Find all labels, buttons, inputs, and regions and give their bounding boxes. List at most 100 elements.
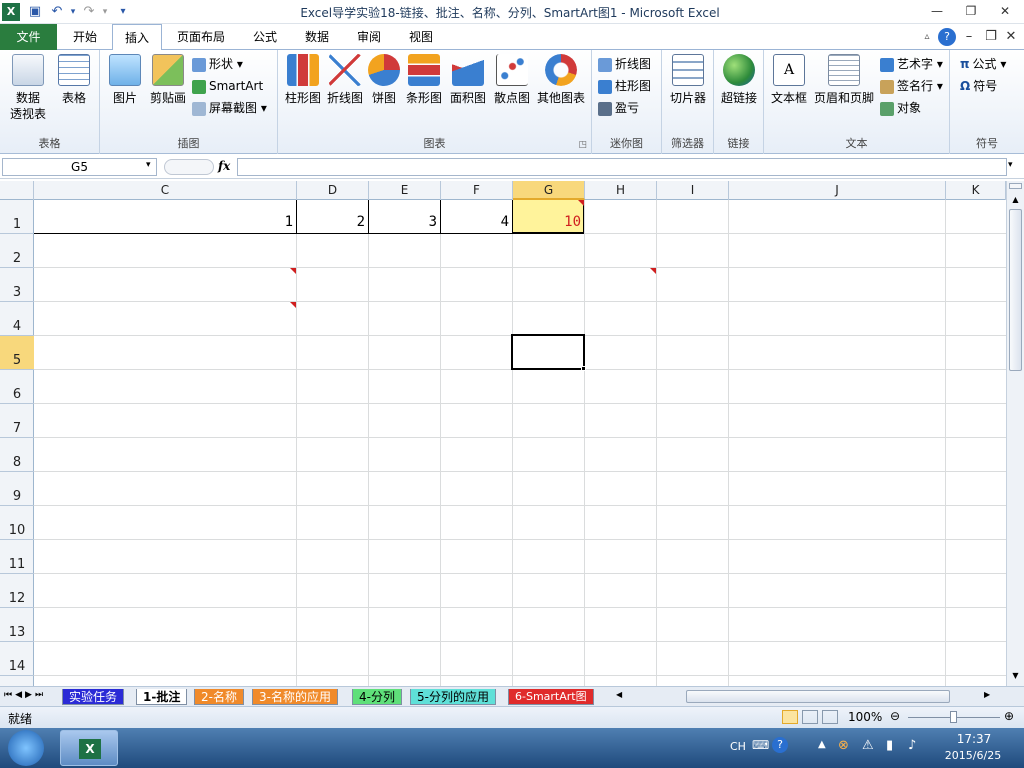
input-language-indicator[interactable]: CH [730,740,746,753]
textbox-button[interactable]: A 文本框 [768,54,810,106]
sheet-tab-2[interactable]: 2-名称 [194,689,244,705]
row-header-13[interactable]: 13 [0,608,34,642]
row-header-12[interactable]: 12 [0,574,34,608]
row-header-5[interactable]: 5 [0,336,34,370]
row-header-4[interactable]: 4 [0,302,34,336]
column-header-d[interactable]: D [297,181,369,200]
area-chart-button[interactable]: 面积图 [446,54,490,106]
cell-c1[interactable]: 1 [34,214,296,230]
wordart-button[interactable]: 艺术字 ▾ [880,54,943,74]
tab-page-layout[interactable]: 页面布局 [168,24,234,50]
table-button[interactable]: 表格 [52,54,96,106]
cell-d1[interactable]: 2 [296,214,368,230]
start-button-icon[interactable] [8,730,44,766]
column-header-i[interactable]: I [657,181,729,200]
comment-indicator-h3[interactable] [650,268,656,274]
zoom-slider-thumb[interactable] [950,711,957,723]
other-charts-button[interactable]: 其他图表 [534,54,588,106]
split-box-handle[interactable] [1009,183,1022,189]
clock-time[interactable]: 17:37 [944,732,1004,746]
tray-help-icon[interactable]: ? [772,737,788,753]
hscroll-left-icon[interactable]: ◀ [616,690,622,699]
scroll-down-icon[interactable]: ▼ [1009,669,1022,683]
save-icon[interactable]: ▣ [26,3,44,21]
name-box-dropdown-icon[interactable]: ▾ [146,160,151,170]
symbol-button[interactable]: Ω 符号 [960,76,997,96]
column-header-h[interactable]: H [585,181,657,200]
object-button[interactable]: 对象 [880,98,921,118]
sparkline-column-button[interactable]: 柱形图 [598,76,651,96]
formula-input[interactable] [237,158,1007,176]
tab-insert[interactable]: 插入 [112,24,162,51]
tray-security-icon[interactable]: ⊗ [838,738,849,753]
sparkline-line-button[interactable]: 折线图 [598,54,651,74]
cell-g1[interactable]: 10 [512,214,584,230]
comment-indicator-c4[interactable] [290,302,296,308]
tray-signal-icon[interactable]: ▮ [886,738,893,753]
normal-view-icon[interactable] [782,710,798,724]
formula-bar-expand-handle[interactable] [164,159,214,175]
customize-toolbar-icon[interactable]: ▾ [114,3,132,21]
column-header-g[interactable]: G [513,181,585,200]
insert-function-icon[interactable]: fx [218,159,230,173]
name-box[interactable]: G5 [2,158,157,176]
workbook-minimize-icon[interactable]: – [960,28,978,46]
zoom-level[interactable]: 100% [848,710,882,724]
line-chart-button[interactable]: 折线图 [324,54,366,106]
comment-indicator-g1[interactable] [578,200,584,206]
workbook-close-icon[interactable]: ✕ [1002,28,1020,46]
column-header-j[interactable]: J [729,181,946,200]
row-header-10[interactable]: 10 [0,506,34,540]
vertical-scrollbar[interactable]: ▲ ▼ [1006,181,1024,686]
signature-line-button[interactable]: 签名行 ▾ [880,76,943,96]
column-header-c[interactable]: C [34,181,297,200]
restore-button[interactable]: ❐ [956,2,986,20]
minimize-button[interactable]: — [922,2,952,20]
row-header-11[interactable]: 11 [0,540,34,574]
formula-bar-expand-icon[interactable]: ▾ [1008,160,1013,170]
active-cell-g5[interactable] [511,334,585,370]
redo-dropdown-icon[interactable]: ▾ [96,3,114,21]
bar-chart-button[interactable]: 条形图 [402,54,446,106]
page-break-view-icon[interactable] [822,710,838,724]
column-chart-button[interactable]: 柱形图 [282,54,324,106]
ribbon-minimize-icon[interactable]: ▵ [918,28,936,46]
vertical-scroll-thumb[interactable] [1009,209,1022,371]
charts-dialog-launcher-icon[interactable]: ◳ [578,140,587,150]
row-header-7[interactable]: 7 [0,404,34,438]
hscroll-right-icon[interactable]: ▶ [984,690,990,699]
tray-network-warning-icon[interactable]: ⚠ [862,738,874,753]
zoom-out-icon[interactable]: ⊖ [890,709,900,723]
cell-f1[interactable]: 4 [440,214,512,230]
help-icon[interactable]: ? [938,28,956,46]
tray-volume-icon[interactable]: ♪ [908,738,916,753]
sheet-tab-4[interactable]: 4-分列 [352,689,402,705]
sheet-tab-6[interactable]: 6-SmartArt图 [508,689,594,705]
show-hidden-icons-icon[interactable]: ▲ [818,739,826,750]
taskbar-excel-button[interactable]: X [60,730,118,766]
pivot-table-button[interactable]: 数据 透视表 [4,54,52,122]
hyperlink-button[interactable]: 超链接 [716,54,762,106]
row-header-6[interactable]: 6 [0,370,34,404]
keyboard-icon[interactable]: ⌨ [752,738,769,752]
sheet-tab-3[interactable]: 3-名称的应用 [252,689,338,705]
page-layout-view-icon[interactable] [802,710,818,724]
smartart-button[interactable]: SmartArt [192,76,263,96]
header-footer-button[interactable]: 页眉和页脚 [812,54,876,106]
row-header-1[interactable]: 1 [0,200,34,234]
slicer-button[interactable]: 切片器 [666,54,710,106]
tab-review[interactable]: 审阅 [346,24,392,50]
clock-date[interactable]: 2015/6/25 [940,749,1006,762]
sheet-navigation-icons[interactable]: ⏮◀▶⏭ [4,690,46,700]
column-header-e[interactable]: E [369,181,441,200]
sheet-tab-1[interactable]: 1-批注 [136,689,188,705]
row-header-3[interactable]: 3 [0,268,34,302]
zoom-in-icon[interactable]: ⊕ [1004,709,1014,723]
workbook-restore-icon[interactable]: ❐ [982,28,1000,46]
sparkline-winloss-button[interactable]: 盈亏 [598,98,639,118]
sheet-tab-5[interactable]: 5-分列的应用 [410,689,496,705]
scroll-up-icon[interactable]: ▲ [1009,193,1022,207]
scatter-chart-button[interactable]: 散点图 [490,54,534,106]
select-all-corner[interactable] [0,181,34,200]
row-header-9[interactable]: 9 [0,472,34,506]
